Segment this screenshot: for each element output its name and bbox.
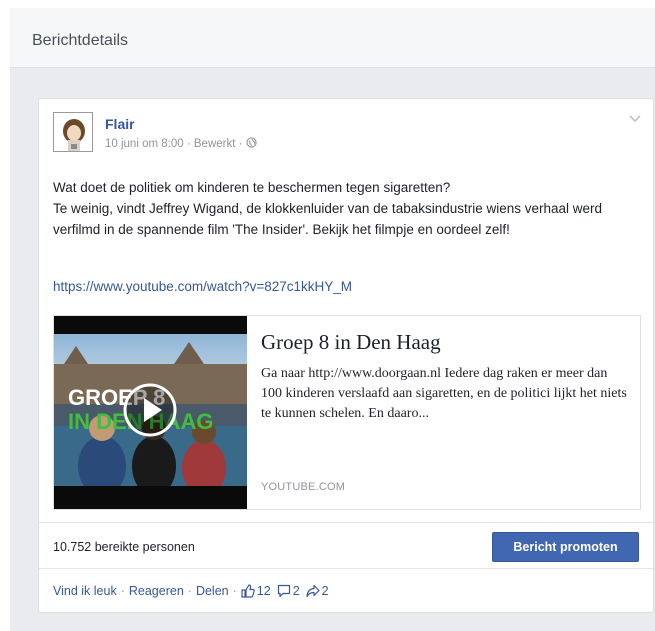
promote-post-button[interactable]: Bericht promoten bbox=[492, 532, 639, 562]
like-link[interactable]: Vind ik leuk bbox=[53, 584, 117, 598]
action-row: Vind ik leuk · Reageren · Delen · 12 2 2 bbox=[39, 568, 653, 612]
share-count[interactable]: 2 bbox=[322, 584, 329, 598]
play-icon[interactable] bbox=[122, 382, 178, 438]
attachment-domain: YOUTUBE.COM bbox=[261, 481, 346, 493]
edited-label[interactable]: Bewerkt bbox=[194, 138, 236, 150]
action-separator: · bbox=[187, 584, 192, 598]
reach-count[interactable]: 10.752 bereikte personen bbox=[53, 540, 195, 554]
panel-header: Berichtdetails bbox=[10, 8, 655, 68]
post-url-link[interactable]: https://www.youtube.com/watch?v=827c1kkH… bbox=[53, 279, 352, 294]
post-date[interactable]: 10 juni om 8:00 bbox=[105, 138, 184, 150]
chevron-down-icon[interactable] bbox=[627, 113, 643, 125]
reach-row: 10.752 bereikte personen Bericht promote… bbox=[39, 522, 653, 568]
comment-count[interactable]: 2 bbox=[293, 584, 300, 598]
like-count[interactable]: 12 bbox=[257, 584, 271, 598]
comment-icon[interactable] bbox=[277, 584, 291, 598]
share-icon[interactable] bbox=[306, 584, 320, 598]
panel-title: Berichtdetails bbox=[32, 32, 129, 49]
meta-separator: · bbox=[238, 138, 243, 150]
action-separator: · bbox=[120, 584, 125, 598]
page-name-link[interactable]: Flair bbox=[105, 116, 135, 132]
action-separator: · bbox=[232, 584, 237, 598]
post-message: Wat doet de politiek om kinderen te besc… bbox=[53, 177, 643, 240]
post-actions: Vind ik leuk · Reageren · Delen · 12 2 2 bbox=[53, 584, 335, 598]
post-card: Flair 10 juni om 8:00 · Bewerkt · Wat do… bbox=[38, 98, 654, 613]
link-attachment[interactable]: GROEP 8 IN DEN HAAG Groep 8 in Den Haag … bbox=[53, 315, 641, 510]
meta-separator: · bbox=[186, 138, 191, 150]
post-message-line: Wat doet de politiek om kinderen te besc… bbox=[53, 180, 451, 195]
thumbs-up-icon[interactable] bbox=[241, 584, 255, 598]
video-thumbnail[interactable]: GROEP 8 IN DEN HAAG bbox=[54, 316, 247, 509]
avatar-image bbox=[54, 113, 92, 151]
post-meta: 10 juni om 8:00 · Bewerkt · bbox=[105, 137, 257, 150]
post-details-panel: Berichtdetails Flair 10 juni om 8:00 · B… bbox=[10, 8, 655, 631]
comment-link[interactable]: Reageren bbox=[129, 584, 184, 598]
share-link[interactable]: Delen bbox=[196, 584, 229, 598]
post-message-line: Te weinig, vindt Jeffrey Wigand, de klok… bbox=[53, 201, 603, 237]
attachment-title[interactable]: Groep 8 in Den Haag bbox=[261, 330, 441, 355]
attachment-description: Ga naar http://www.doorgaan.nl Iedere da… bbox=[261, 366, 627, 421]
page-avatar[interactable] bbox=[53, 112, 93, 152]
globe-icon[interactable] bbox=[246, 137, 257, 148]
